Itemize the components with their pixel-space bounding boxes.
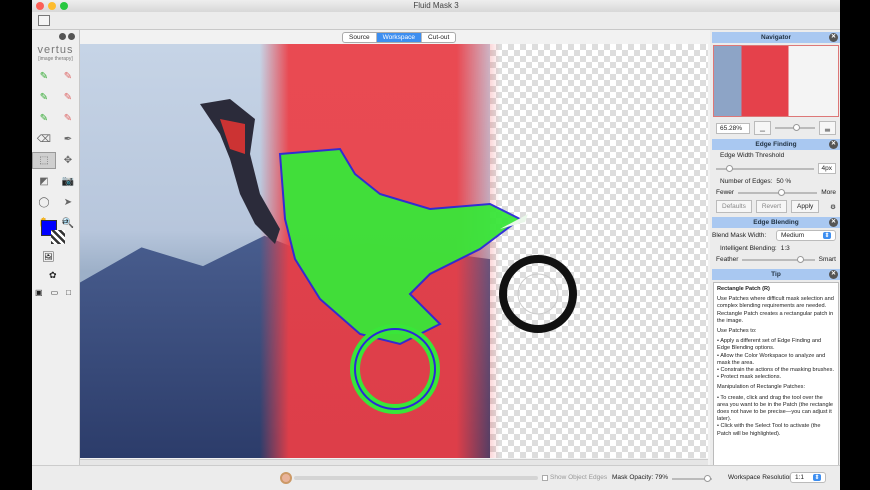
- navigator-thumbnail[interactable]: [713, 45, 839, 117]
- window-title: Fluid Mask 3: [413, 1, 459, 10]
- toolbar: [32, 12, 840, 30]
- compare-images-icon[interactable]: 🖼: [42, 252, 55, 263]
- mask-opacity-label: Mask Opacity: 79%: [612, 474, 668, 481]
- eraser-icon[interactable]: ⌫: [32, 131, 56, 148]
- zoom-window-button[interactable]: [60, 2, 68, 10]
- mask-opacity-slider[interactable]: [672, 475, 712, 482]
- edge-finding-header: Edge Finding ✕: [712, 139, 840, 150]
- close-window-button[interactable]: [36, 2, 44, 10]
- select-arrow-icon[interactable]: ➤: [56, 194, 80, 211]
- zoom-slider[interactable]: [775, 124, 815, 131]
- tab-source[interactable]: Source: [343, 33, 377, 42]
- layout-1-icon[interactable]: ▣: [35, 288, 43, 297]
- minimize-window-button[interactable]: [48, 2, 56, 10]
- brush-delete-medium-icon[interactable]: ✎: [56, 89, 80, 106]
- zoom-in-button[interactable]: ▃: [819, 121, 836, 135]
- threshold-slider[interactable]: [716, 164, 814, 172]
- brush-delete-large-icon[interactable]: ✎: [56, 110, 80, 127]
- layout-3-icon[interactable]: □: [66, 288, 71, 297]
- show-object-edges-checkbox[interactable]: Show Object Edges: [542, 474, 607, 481]
- right-panel: Navigator ✕ 65.28% ▁ ▃ Edge Finding ✕ Edge W…: [712, 30, 840, 468]
- close-panel-icon[interactable]: [68, 33, 75, 40]
- brush-delete-icon[interactable]: ✎: [56, 68, 80, 85]
- rectangle-patch-icon[interactable]: ⬚: [32, 152, 56, 169]
- edges-label: Number of Edges:: [720, 178, 773, 185]
- edge-blending-header: Edge Blending ✕: [712, 217, 840, 228]
- zoom-input[interactable]: 65.28%: [716, 122, 750, 134]
- edges-value: 50 %: [776, 178, 792, 185]
- workspace-area: Source Workspace Cut-out: [80, 30, 710, 465]
- close-navigator-icon[interactable]: ✕: [829, 33, 838, 42]
- workspace-resolution-select[interactable]: 1:1 ⇕: [790, 472, 826, 483]
- stop-icon[interactable]: [280, 472, 292, 484]
- defaults-button[interactable]: Defaults: [716, 200, 752, 213]
- blend-mask-width-select[interactable]: Medium ⇕: [776, 230, 836, 241]
- swap-colors-icon[interactable]: ⇄: [62, 217, 69, 226]
- title-bar: Fluid Mask 3: [32, 0, 840, 12]
- color-picker-icon[interactable]: ◩: [32, 173, 56, 190]
- brush-keep-medium-icon[interactable]: ✎: [32, 89, 56, 106]
- vertus-logo: vertus [image therapy]: [37, 44, 74, 62]
- pen-icon[interactable]: ✒: [56, 131, 80, 148]
- close-edge-blending-icon[interactable]: ✕: [829, 218, 838, 227]
- tip-content: Rectangle Patch (R) Use Patches where di…: [713, 282, 839, 468]
- intelligent-blending-label: Intelligent Blending:: [720, 245, 777, 252]
- settings-icon[interactable]: [59, 33, 66, 40]
- gear-icon[interactable]: ⚙: [830, 203, 836, 211]
- brush-keep-large-icon[interactable]: ✎: [32, 110, 56, 127]
- toggle-view-button[interactable]: [38, 15, 50, 26]
- more-label: More: [821, 189, 836, 196]
- threshold-input[interactable]: 4px: [817, 163, 836, 174]
- revert-button[interactable]: Revert: [755, 200, 788, 213]
- layout-2-icon[interactable]: ▭: [51, 288, 59, 297]
- tab-workspace[interactable]: Workspace: [376, 33, 423, 42]
- camera-icon[interactable]: 📷: [56, 173, 80, 190]
- feather-label: Feather: [716, 256, 739, 263]
- blend-mask-width-label: Blend Mask Width:: [712, 232, 767, 239]
- background-color-swatch[interactable]: [51, 230, 65, 244]
- close-edge-finding-icon[interactable]: ✕: [829, 140, 838, 149]
- view-tabs: Source Workspace Cut-out: [342, 32, 457, 43]
- threshold-label: Edge Width Threshold: [720, 152, 785, 159]
- tip-header: Tip ✕: [712, 269, 840, 280]
- workspace-resolution-label: Workspace Resolution:: [728, 474, 795, 481]
- status-bar: Show Object Edges Mask Opacity: 79% Work…: [32, 465, 840, 490]
- blending-slider[interactable]: [742, 255, 815, 263]
- brush-keep-icon[interactable]: ✎: [32, 68, 56, 85]
- rider-motorcycle: [200, 99, 577, 414]
- close-tip-icon[interactable]: ✕: [829, 270, 838, 279]
- app-window: Fluid Mask 3 vertus [image therapy] ✎ ✎ ✎ ✎ ✎…: [32, 0, 840, 490]
- tool-panel: vertus[image therapy] ✎✎✎✎✎✎⌫✒⬚✥◩📷◯➤✋🔍 ⇄…: [32, 30, 80, 465]
- image-canvas[interactable]: [80, 44, 708, 458]
- intelligent-blending-value: 1:3: [780, 245, 790, 252]
- edges-slider[interactable]: [738, 188, 818, 196]
- fewer-label: Fewer: [716, 189, 735, 196]
- navigator-header: Navigator ✕: [712, 32, 840, 43]
- smart-label: Smart: [818, 256, 836, 263]
- lasso-icon[interactable]: ◯: [32, 194, 56, 211]
- apply-button[interactable]: Apply: [791, 200, 820, 213]
- tab-cut-out[interactable]: Cut-out: [422, 33, 455, 42]
- zoom-out-button[interactable]: ▁: [754, 121, 771, 135]
- effects-icon[interactable]: ✿: [49, 270, 57, 281]
- patch-local-icon[interactable]: ✥: [56, 152, 80, 169]
- progress-bar: [294, 476, 538, 480]
